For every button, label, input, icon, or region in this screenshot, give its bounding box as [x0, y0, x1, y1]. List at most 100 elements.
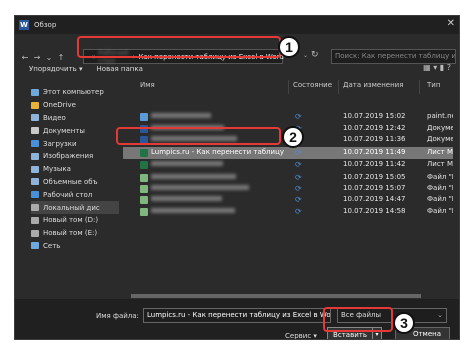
file-icon: [140, 208, 148, 216]
nav-item[interactable]: Объемные объ: [31, 176, 119, 189]
column-name[interactable]: Имя: [140, 81, 155, 95]
column-type[interactable]: Тип: [427, 81, 440, 95]
file-row[interactable]: ⟳10.07.2019 15:02paint.net Image: [123, 111, 459, 123]
file-row[interactable]: ⟳10.07.2019 15:05Файл "PNG": [123, 172, 459, 184]
images-icon: [31, 152, 39, 160]
file-row[interactable]: ⟳10.07.2019 14:58Файл "PNG": [123, 206, 459, 218]
file-row[interactable]: Lumpics.ru - Как перенести таблицу из ..…: [123, 147, 459, 159]
file-date: 10.07.2019 12:42: [343, 124, 406, 132]
insert-button-label: Вставить: [333, 330, 367, 339]
nav-item[interactable]: Этот компьютер: [31, 86, 119, 99]
nav-item[interactable]: Новый том (E:): [31, 227, 119, 240]
file-date: 10.07.2019 11:49: [343, 148, 406, 156]
column-date[interactable]: Дата изменения: [343, 81, 403, 95]
chevron-down-icon: ⌄: [437, 311, 443, 319]
nav-item[interactable]: Сеть: [31, 240, 119, 253]
file-icon: [140, 196, 148, 204]
nav-item[interactable]: Изображения: [31, 150, 119, 163]
nav-item[interactable]: Документы: [31, 124, 119, 137]
file-row[interactable]: ⟳10.07.2019 15:07Файл "PNG": [123, 183, 459, 195]
forward-button[interactable]: →: [31, 53, 43, 62]
open-file-dialog: W Обзор ✕ ← → ⌄ ↑ « Рабочий стол › Как п…: [14, 15, 460, 340]
file-type-select[interactable]: Все файлы ⌄: [337, 308, 447, 323]
filename-field[interactable]: Lumpics.ru - Как перенести таблицу из Ex…: [143, 308, 331, 323]
nav-item[interactable]: OneDrive: [31, 99, 119, 112]
file-icon: [140, 174, 148, 182]
nav-item-label: Этот компьютер: [43, 88, 104, 97]
column-divider[interactable]: [288, 80, 289, 94]
file-date: 10.07.2019 11:42: [343, 160, 406, 168]
step-badge-1: 1: [278, 36, 300, 58]
breadcrumb-separator: ›: [132, 52, 136, 61]
file-date: 10.07.2019 15:07: [343, 184, 406, 192]
file-name: [151, 207, 285, 215]
desktop-icon: [31, 191, 39, 199]
file-row[interactable]: ⟳10.07.2019 11:42Лист Microsoft E: [123, 159, 459, 171]
scrollbar-thumb[interactable]: [131, 294, 421, 298]
file-date: 10.07.2019 15:02: [343, 112, 406, 120]
nav-item-label: Документы: [43, 126, 85, 135]
nav-item[interactable]: Локальный дис: [31, 201, 119, 214]
filename-label: Имя файла:: [96, 312, 139, 320]
file-date: 10.07.2019 14:47: [343, 195, 406, 203]
file-name: [151, 160, 285, 168]
nav-item-label: Изображения: [43, 152, 94, 161]
sync-status-icon: ⟳: [295, 184, 302, 193]
vertical-scrollbar[interactable]: [453, 76, 459, 288]
music-icon: [31, 165, 39, 173]
sync-status-icon: ⟳: [295, 207, 302, 216]
nav-item[interactable]: Новый том (D:): [31, 214, 119, 227]
file-name: Lumpics.ru - Как перенести таблицу из ..…: [151, 148, 285, 156]
up-button[interactable]: ↑: [55, 53, 67, 62]
file-row[interactable]: ⟳10.07.2019 14:47Файл "PNG": [123, 194, 459, 206]
documents-icon: [31, 127, 39, 135]
close-button[interactable]: ✕: [447, 18, 455, 29]
toolbar: Упорядочить ▾ Новая папка ▦ ▾ ▮ ?: [15, 62, 459, 76]
video-icon: [31, 114, 39, 122]
breadcrumb-current[interactable]: Как перенести таблицу из Excel в Word: [138, 53, 283, 61]
recent-dropdown-icon[interactable]: ⌄: [43, 53, 55, 62]
new-folder-button[interactable]: Новая папка: [97, 65, 143, 73]
file-icon: [140, 113, 148, 121]
organize-button[interactable]: Упорядочить ▾: [29, 65, 83, 73]
view-options[interactable]: ▦ ▾ ▮ ?: [423, 63, 451, 72]
file-icon: [140, 185, 148, 193]
drive-icon: [31, 216, 39, 224]
file-date: 10.07.2019 15:05: [343, 173, 406, 181]
nav-item-label: Объемные объ: [43, 177, 98, 186]
file-date: 10.07.2019 11:36: [343, 135, 406, 143]
breadcrumb-overflow[interactable]: «: [91, 53, 95, 61]
3d-objects-icon: [31, 178, 39, 186]
nav-item-label: Локальный дис: [43, 203, 100, 212]
service-menu[interactable]: Сервис ▾: [285, 332, 317, 339]
file-icon: [140, 161, 148, 169]
step-badge-3: 3: [393, 312, 415, 334]
file-name: [151, 135, 285, 143]
nav-item-label: OneDrive: [43, 101, 76, 110]
nav-item[interactable]: Видео: [31, 112, 119, 125]
sync-status-icon: ⟳: [295, 160, 302, 169]
nav-item[interactable]: Музыка: [31, 163, 119, 176]
step-badge-2: 2: [282, 126, 304, 148]
insert-dropdown-icon[interactable]: ▾: [372, 328, 381, 339]
address-dropdown-icon[interactable]: ⌄: [303, 52, 308, 59]
back-button[interactable]: ←: [19, 53, 31, 62]
file-icon: [140, 149, 148, 157]
nav-item-label: Сеть: [43, 241, 61, 250]
nav-item[interactable]: Загрузки: [31, 137, 119, 150]
nav-item[interactable]: Рабочий стол: [31, 188, 119, 201]
column-divider[interactable]: [338, 80, 339, 94]
file-name: [151, 173, 285, 181]
column-status[interactable]: Состояние: [293, 81, 332, 95]
nav-item-label: Музыка: [43, 165, 71, 174]
folder-icon: [31, 101, 39, 109]
column-divider[interactable]: [419, 80, 420, 94]
insert-button[interactable]: Вставить ▾: [327, 327, 382, 339]
drive-icon: [31, 229, 39, 237]
drive-icon: [31, 204, 39, 212]
file-type-value: Все файлы: [341, 311, 382, 319]
downloads-icon: [31, 140, 39, 148]
file-name: [151, 184, 285, 192]
file-name: [151, 195, 285, 203]
nav-item-label: Новый том (D:): [43, 216, 99, 225]
